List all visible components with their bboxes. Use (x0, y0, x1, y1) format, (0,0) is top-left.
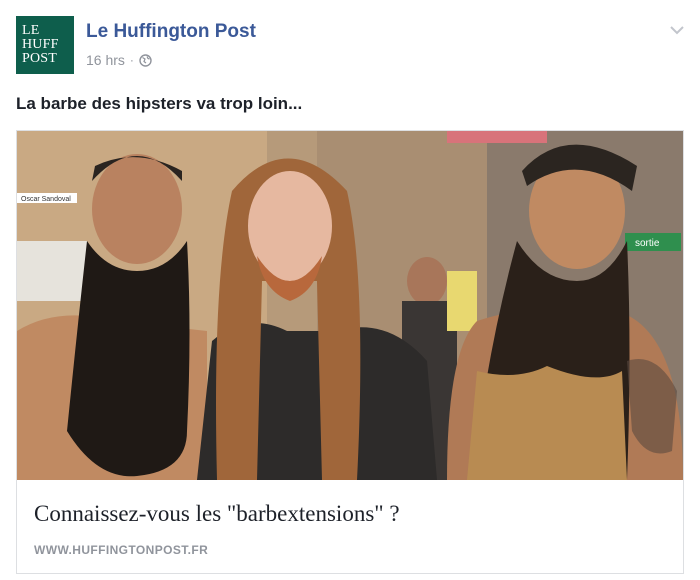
logo-line-2: HUFF (22, 37, 59, 52)
link-title[interactable]: Connaissez-vous les "barbextensions" ? (34, 501, 400, 527)
link-domain: WWW.HUFFINGTONPOST.FR (34, 543, 209, 557)
logo-line-3: POST (22, 51, 58, 66)
post-timestamp[interactable]: 16 hrs (86, 52, 125, 68)
globe-icon (139, 53, 152, 67)
meta-separator: · (129, 53, 134, 67)
image-sign-right: sortie (635, 238, 660, 249)
chevron-down-icon[interactable] (670, 22, 684, 35)
post-status-text: La barbe des hipsters va trop loin... (16, 94, 303, 113)
link-preview-image[interactable]: Oscar Sandoval sortie (17, 131, 683, 480)
page-name-link[interactable]: Le Huffington Post (86, 21, 256, 43)
logo-line-1: LE (22, 23, 40, 38)
facebook-post: LE HUFF POST Le Huffington Post 16 hrs ·… (0, 0, 700, 580)
image-sign-left: Oscar Sandoval (21, 196, 71, 203)
page-avatar[interactable]: LE HUFF POST (16, 16, 74, 74)
link-preview-card[interactable]: Oscar Sandoval sortie Connaissez-vous le… (16, 130, 684, 574)
post-meta: 16 hrs · (86, 52, 152, 68)
